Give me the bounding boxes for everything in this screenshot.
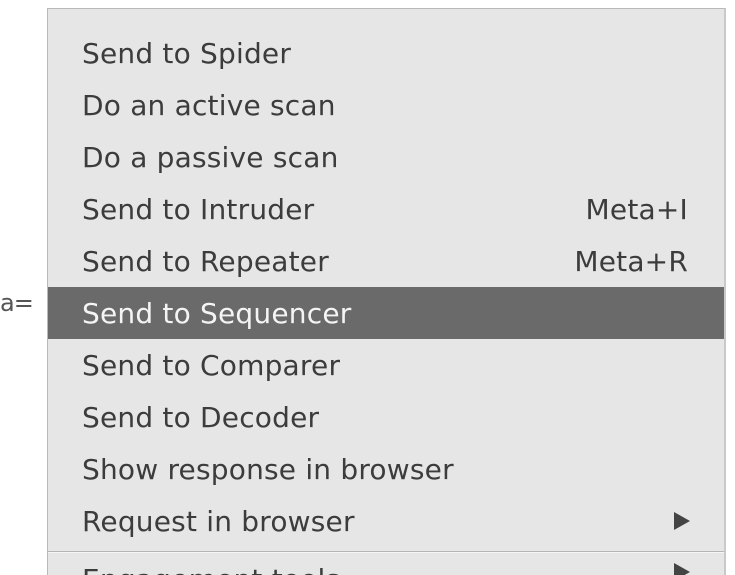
menu-item-show-response-in-browser[interactable]: Show response in browser	[48, 443, 724, 495]
menu-item-send-to-intruder[interactable]: Send to Intruder Meta+I	[48, 183, 724, 235]
context-menu-list: Send to Spider Do an active scan Do a pa…	[48, 27, 724, 575]
menu-item-label: Send to Comparer	[82, 348, 341, 382]
menu-item-label: Send to Repeater	[82, 244, 329, 278]
menu-item-send-to-decoder[interactable]: Send to Decoder	[48, 391, 724, 443]
menu-item-active-scan[interactable]: Do an active scan	[48, 79, 724, 131]
triangle-right-icon	[674, 512, 690, 530]
menu-item-label: Do a passive scan	[82, 140, 339, 174]
menu-item-label: Send to Sequencer	[82, 296, 352, 330]
menu-item-shortcut: Meta+I	[585, 192, 688, 226]
context-menu: Send to Spider Do an active scan Do a pa…	[47, 8, 726, 575]
menu-item-send-to-sequencer[interactable]: Send to Sequencer	[48, 287, 724, 339]
menu-item-passive-scan[interactable]: Do a passive scan	[48, 131, 724, 183]
background-text-fragment: a=	[0, 289, 34, 317]
menu-item-send-to-repeater[interactable]: Send to Repeater Meta+R	[48, 235, 724, 287]
menu-item-shortcut: Meta+R	[574, 244, 688, 278]
screen: a= Send to Spider Do an active scan Do a…	[0, 0, 735, 575]
menu-item-label: Send to Intruder	[82, 192, 315, 226]
menu-item-send-to-comparer[interactable]: Send to Comparer	[48, 339, 724, 391]
menu-item-engagement-tools[interactable]: Engagement tools	[48, 553, 724, 575]
menu-item-send-to-spider[interactable]: Send to Spider	[48, 27, 724, 79]
triangle-right-icon	[674, 563, 690, 575]
menu-item-label: Do an active scan	[82, 88, 336, 122]
menu-item-label: Send to Decoder	[82, 400, 320, 434]
menu-item-label: Show response in browser	[82, 452, 454, 486]
menu-item-label: Send to Spider	[82, 36, 292, 70]
menu-item-label: Request in browser	[82, 504, 355, 538]
menu-item-label: Engagement tools	[82, 563, 674, 575]
menu-item-request-in-browser[interactable]: Request in browser	[48, 495, 724, 547]
